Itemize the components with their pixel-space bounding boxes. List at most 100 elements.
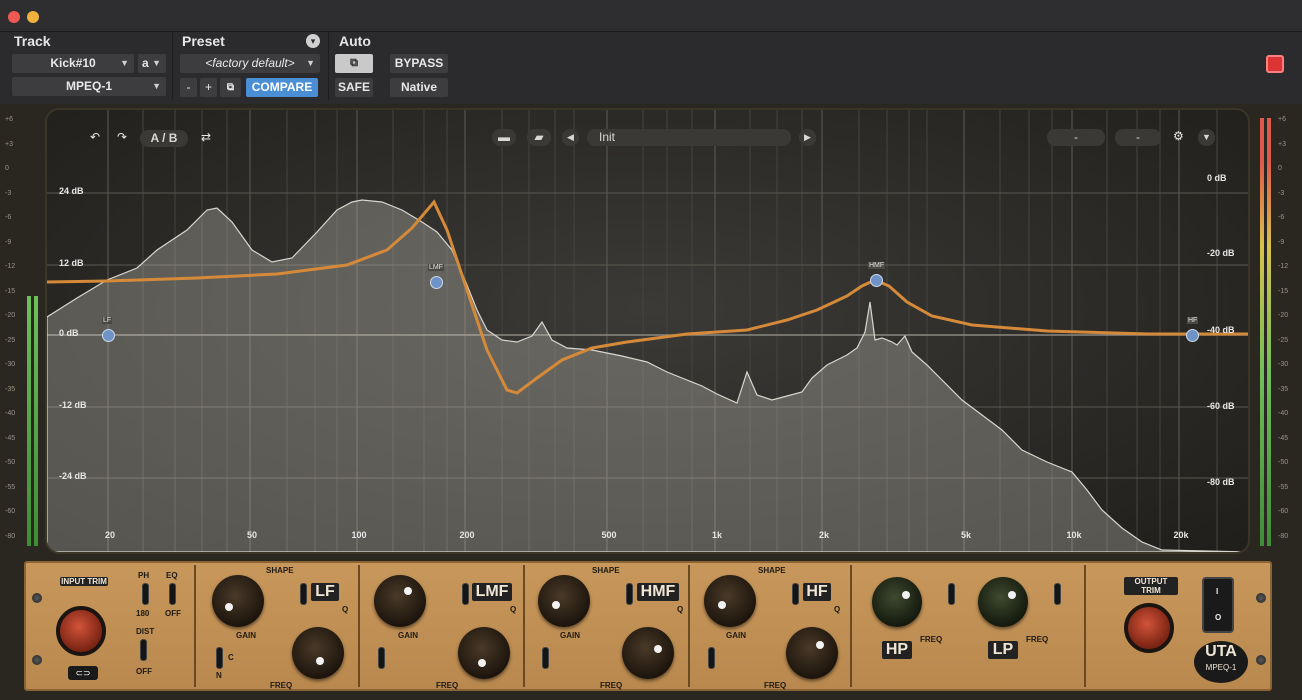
lmf-gain-knob[interactable] (374, 575, 426, 627)
knob-indicator (718, 601, 726, 609)
hf-gain-knob[interactable] (704, 575, 756, 627)
freq-label: 10k (1066, 530, 1082, 540)
hmf-cn-toggle[interactable] (542, 647, 549, 669)
lf-cn-toggle[interactable] (216, 647, 223, 669)
logo-text: UTA (1205, 643, 1237, 660)
track-selector[interactable]: Kick#10 ▼ (12, 54, 134, 73)
lf-shape-toggle[interactable] (300, 583, 307, 605)
insert-selector[interactable]: MPEQ-1 ▼ (12, 77, 166, 96)
screw-icon (32, 655, 42, 665)
hmf-freq-knob[interactable] (622, 627, 674, 679)
lmf-freq-knob[interactable] (458, 627, 510, 679)
meter-scale-label: -55 (1278, 483, 1289, 491)
preset-prev-icon[interactable]: ◀ (562, 129, 579, 146)
hf-cn-toggle[interactable] (708, 647, 715, 669)
hmf-title: HMF (637, 583, 679, 601)
lf-node[interactable] (102, 329, 115, 342)
logo-model: MPEQ-1 (1205, 663, 1237, 672)
compare-button[interactable]: COMPARE (246, 78, 318, 97)
knob-indicator (1008, 591, 1016, 599)
preset-previous-button[interactable]: - (180, 78, 197, 97)
meter-bar-right (34, 296, 38, 546)
output-meter: +6 +3 0 -3 -6 -9 -12 -15 -20 -25 -30 -35 -40 -45 -50 -5… (1256, 110, 1294, 552)
preset-field[interactable]: Init (587, 129, 791, 146)
header-divider (172, 32, 173, 100)
gain-label-left: 0 dB (59, 328, 79, 338)
input-trim-knob[interactable] (56, 606, 106, 656)
undo-icon[interactable]: ↶ (90, 130, 100, 144)
ab-toggle[interactable]: A / B (140, 130, 188, 147)
hp-freq-knob[interactable] (872, 577, 922, 627)
lmf-node[interactable] (430, 276, 443, 289)
meter-scale-label: -9 (1278, 238, 1285, 246)
lmf-node-label: LMF (428, 264, 444, 271)
knob-indicator (225, 603, 233, 611)
meter-scale-label: +6 (1278, 116, 1286, 123)
safe-button[interactable]: SAFE (335, 78, 373, 97)
phase-toggle[interactable] (142, 583, 149, 605)
lf-gain-knob[interactable] (212, 575, 264, 627)
meter-scale-label: -20 (5, 312, 16, 319)
eq-toggle[interactable] (169, 583, 176, 605)
lf-freq-knob[interactable] (292, 627, 344, 679)
knob-indicator (902, 591, 910, 599)
channel-selector[interactable]: a ▼ (138, 54, 166, 73)
swap-icon[interactable]: ⇄ (201, 130, 211, 144)
hmf-shape-toggle[interactable] (626, 583, 633, 605)
meter-bar-left (27, 296, 31, 546)
lp-freq-knob[interactable] (978, 577, 1028, 627)
hf-node[interactable] (1186, 329, 1199, 342)
channel-name: a (142, 56, 149, 70)
hf-freq-knob[interactable] (786, 627, 838, 679)
target-plugin-icon[interactable] (1266, 55, 1284, 73)
hmf-node[interactable] (870, 274, 883, 287)
meter-scale-label: -6 (5, 214, 12, 221)
close-window-button[interactable] (8, 11, 20, 23)
power-switch[interactable]: I O (1202, 577, 1234, 633)
redo-icon[interactable]: ↷ (117, 130, 127, 144)
section-divider (850, 565, 852, 687)
freq-label: 5k (960, 530, 971, 540)
gear-icon[interactable]: ⚙ (1173, 129, 1184, 143)
preset-selector[interactable]: <factory default> ▼ (180, 54, 320, 73)
slot-1[interactable]: - (1047, 129, 1105, 146)
eq-graph[interactable]: 24 dB 12 dB 0 dB -12 dB -24 dB 0 dB -20 dB -40… (45, 108, 1250, 554)
preset-menu-icon[interactable]: ▾ (306, 34, 320, 48)
knob-indicator (552, 601, 560, 609)
gain-label-right: -60 dB (1207, 401, 1235, 411)
meter-bar-left (1260, 118, 1264, 546)
meter-scale-label: -40 (5, 410, 16, 417)
hmf-gain-knob[interactable] (538, 575, 590, 627)
meter-scale-label: -3 (5, 189, 12, 197)
chevron-down-icon: ▼ (120, 58, 129, 68)
bypass-button[interactable]: BYPASS (390, 54, 448, 73)
automation-window-button[interactable]: ⧉ (335, 54, 373, 73)
auto-label: Auto (339, 33, 371, 49)
hmf-q-label: Q (677, 605, 684, 614)
lp-q-toggle[interactable] (1054, 583, 1061, 605)
hp-q-toggle[interactable] (948, 583, 955, 605)
save-folder-icon[interactable]: ▰ (527, 129, 551, 146)
slot-2[interactable]: - (1115, 129, 1161, 146)
minimize-window-button[interactable] (27, 11, 39, 23)
dist-toggle[interactable] (140, 639, 147, 661)
link-button[interactable]: ⊂⊃ (68, 666, 98, 680)
native-button[interactable]: Native (390, 78, 448, 97)
preset-next-button[interactable]: + (200, 78, 217, 97)
output-trim-knob[interactable] (1124, 603, 1174, 653)
copy-settings-button[interactable]: ⧉ (220, 78, 241, 97)
section-divider (1084, 565, 1086, 687)
lmf-shape-toggle[interactable] (462, 583, 469, 605)
meter-scale-label: -12 (1278, 263, 1289, 270)
lf-gain-label: GAIN (236, 631, 256, 640)
hmf-freq-label: FREQ (600, 681, 623, 690)
lmf-cn-toggle[interactable] (378, 647, 385, 669)
meter-scale-label: -6 (1278, 214, 1285, 221)
hf-shape-toggle[interactable] (792, 583, 799, 605)
meter-scale-label: -55 (5, 483, 16, 491)
folder-icon[interactable]: ▬ (492, 129, 516, 146)
dist-value: OFF (136, 667, 152, 676)
preset-next-icon[interactable]: ▶ (799, 129, 816, 146)
meter-scale-label: -30 (5, 361, 16, 368)
menu-chevron-icon[interactable]: ▼ (1198, 129, 1215, 146)
